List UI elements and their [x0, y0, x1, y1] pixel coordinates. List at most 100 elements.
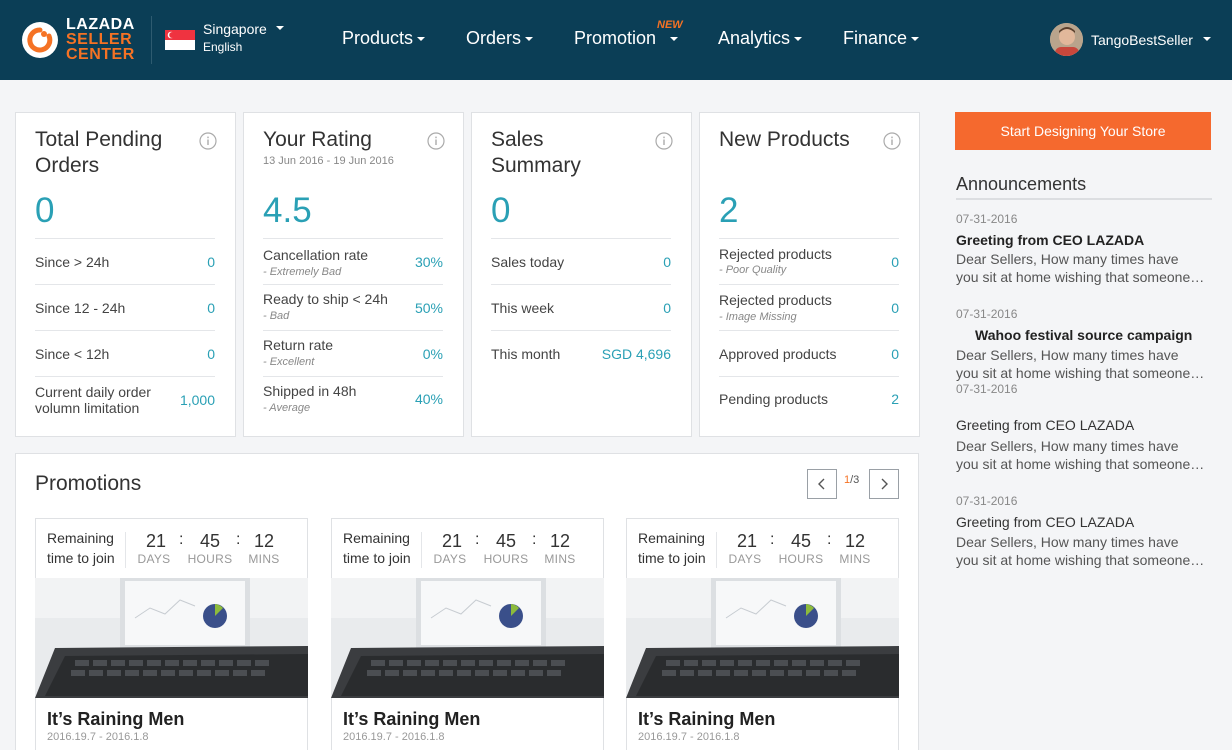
caret-down-icon: [525, 37, 534, 42]
caret-down-icon: [670, 37, 679, 42]
rating-value: 4.5: [263, 191, 312, 230]
announcement-title[interactable]: Greeting from CEO LAZADA: [956, 514, 1134, 530]
region-country: Singapore: [203, 21, 267, 37]
remaining-line2: time to join: [638, 550, 706, 566]
announcement-body: Dear Sellers, How many times have you sit…: [956, 250, 1208, 286]
next-page-button[interactable]: [869, 469, 899, 499]
countdown-mins-label: MINS: [544, 552, 576, 566]
nav-orders[interactable]: Orders: [466, 28, 534, 49]
start-designing-store-button[interactable]: Start Designing Your Store: [955, 112, 1211, 150]
row-value: 0: [663, 300, 671, 316]
row-label: Since < 12h: [35, 346, 110, 362]
row-label: Cancellation rate: [263, 247, 369, 263]
nav-label: Promotion: [574, 28, 657, 48]
announcement-body: Dear Sellers, How many times have you sit…: [956, 346, 1208, 382]
row-label: Shipped in 48h: [263, 383, 357, 399]
pending-orders-total: 0: [35, 191, 55, 230]
row-value: 0: [207, 346, 215, 362]
countdown-mins-label: MINS: [248, 552, 280, 566]
countdown-divider: [716, 532, 717, 568]
new-badge: NEW: [657, 19, 683, 31]
stat-row[interactable]: Approved products 0: [719, 330, 899, 376]
stat-row[interactable]: Return rate - Excellent 0%: [263, 330, 443, 376]
countdown-hours: 45: [199, 531, 221, 551]
nav-analytics[interactable]: Analytics: [718, 28, 803, 49]
nav-promotion[interactable]: Promotion: [574, 28, 679, 49]
remaining-line1: Remaining: [47, 530, 114, 546]
stat-row[interactable]: Shipped in 48h - Average 40%: [263, 376, 443, 422]
countdown-days-label: DAYS: [433, 552, 467, 566]
announcement-body-line1: Dear Sellers, How many times have: [956, 251, 1179, 267]
stat-row[interactable]: Ready to ship < 24h - Bad 50%: [263, 284, 443, 330]
stat-row[interactable]: This month SGD 4,696: [491, 330, 671, 376]
row-value: 50%: [414, 300, 443, 316]
remaining-line2: time to join: [343, 550, 411, 566]
row-sub: - Excellent: [263, 356, 315, 368]
sales-total: 0: [491, 191, 511, 230]
remaining-label: Remaining time to join: [343, 528, 423, 568]
caret-down-icon: [417, 37, 426, 42]
promotion-name[interactable]: It’s Raining Men: [47, 709, 184, 730]
countdown-hours: 45: [495, 531, 517, 551]
stat-row[interactable]: Cancellation rate - Extremely Bad 30%: [263, 238, 443, 284]
promotion-card[interactable]: Remaining time to join 21 DAYS : 45 HOURS…: [331, 518, 604, 750]
promotion-image: [331, 578, 604, 698]
announcement-title[interactable]: Wahoo festival source campaign: [975, 327, 1192, 343]
promotion-name[interactable]: It’s Raining Men: [638, 709, 775, 730]
announcement-title[interactable]: Greeting from CEO LAZADA: [956, 417, 1134, 433]
row-label: This month: [491, 346, 561, 362]
announcement-body: Dear Sellers, How many times have you sit…: [956, 437, 1208, 473]
promotion-name[interactable]: It’s Raining Men: [343, 709, 480, 730]
info-icon[interactable]: [883, 132, 901, 150]
promotion-card[interactable]: Remaining time to join 21 DAYS : 45 HOURS…: [35, 518, 308, 750]
info-icon[interactable]: [427, 132, 445, 150]
row-sub: - Bad: [263, 310, 290, 322]
card-title: Total Pending Orders: [35, 128, 163, 177]
stat-row[interactable]: Rejected products - Poor Quality 0: [719, 238, 899, 284]
stat-row[interactable]: Since 12 - 24h 0: [35, 284, 215, 330]
lazada-logo-icon: [22, 22, 58, 58]
row-label: Rejected products: [719, 246, 832, 262]
countdown-hours: 45: [790, 531, 812, 551]
row-value: 0: [663, 254, 671, 270]
logo-text-lazada: LAZADA: [66, 16, 135, 33]
countdown-mins: 12: [844, 531, 866, 551]
row-value: 0: [891, 300, 899, 316]
countdown-hours-label: HOURS: [483, 552, 529, 566]
countdown-mins: 12: [549, 531, 571, 551]
announcement-date: 07-31-2016: [956, 382, 1018, 396]
row-label: Pending products: [719, 391, 828, 407]
lazada-seller-center-logo[interactable]: LAZADA SELLER CENTER: [22, 16, 142, 64]
stat-row[interactable]: Since < 12h 0: [35, 330, 215, 376]
info-icon[interactable]: [655, 132, 673, 150]
stat-row[interactable]: Current daily order volumn limitation 1,…: [35, 376, 215, 422]
pager-total: /3: [850, 474, 860, 486]
nav-finance[interactable]: Finance: [843, 28, 920, 49]
row-label: Rejected products: [719, 292, 832, 308]
stat-row[interactable]: Rejected products - Image Missing 0: [719, 284, 899, 330]
announcement-body-line1: Dear Sellers, How many times have: [956, 347, 1179, 363]
stat-row[interactable]: This week 0: [491, 284, 671, 330]
announcement-title[interactable]: Greeting from CEO LAZADA: [956, 232, 1144, 248]
stat-row[interactable]: Sales today 0: [491, 238, 671, 284]
sales-summary-card: Sales Summary 0 Sales today 0 This week …: [471, 112, 692, 437]
announcement-body-line1: Dear Sellers, How many times have: [956, 534, 1179, 550]
region-selector[interactable]: Singapore English: [165, 20, 285, 60]
countdown-divider: [421, 532, 422, 568]
stat-row[interactable]: Pending products 2: [719, 376, 899, 422]
logo-text-seller: SELLER: [66, 31, 133, 48]
promotion-image: [626, 578, 899, 698]
previous-page-button[interactable]: [807, 469, 837, 499]
row-value: 0%: [422, 346, 443, 362]
announcement-body-line2: you sit at home wishing that someone wou…: [956, 269, 1208, 285]
stat-row[interactable]: Since > 24h 0: [35, 238, 215, 284]
countdown-hours-label: HOURS: [778, 552, 824, 566]
card-title: New Products: [719, 128, 850, 151]
promotion-image: [35, 578, 308, 698]
pending-orders-card: Total Pending Orders 0 Since > 24h 0 Sin…: [15, 112, 236, 437]
remaining-label: Remaining time to join: [47, 528, 127, 568]
nav-products[interactable]: Products: [342, 28, 426, 49]
promotion-card[interactable]: Remaining time to join 21 DAYS : 45 HOURS…: [626, 518, 899, 750]
info-icon[interactable]: [199, 132, 217, 150]
remaining-line1: Remaining: [343, 530, 410, 546]
